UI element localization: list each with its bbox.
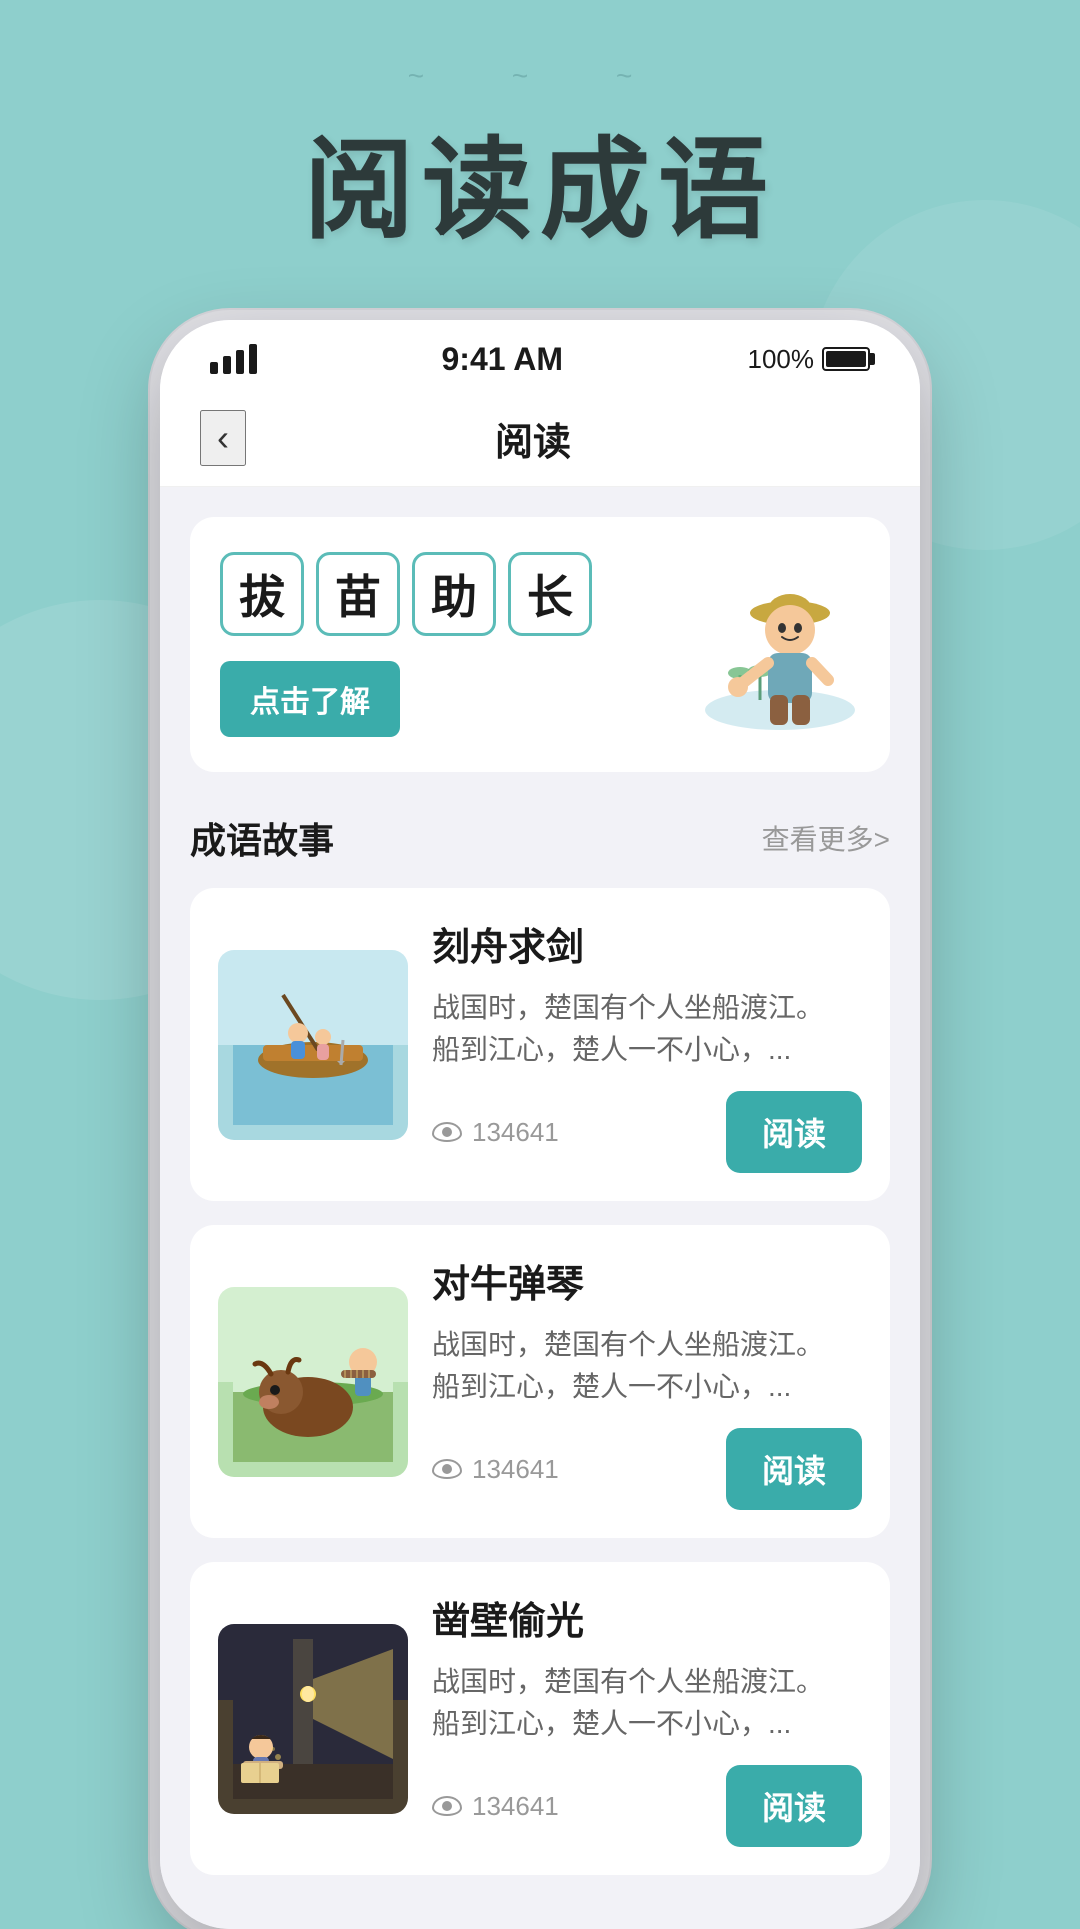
stories-section-header: 成语故事 查看更多>: [190, 812, 890, 864]
view-count-2: 134641: [472, 1454, 559, 1485]
char-box-1: 拔: [220, 552, 304, 636]
phone-mockup: 9:41 AM 100% ‹ 阅读 拔 苗 助: [0, 320, 1080, 1929]
story-card-1: 刻舟求剑 战国时，楚国有个人坐船渡江。船到江心，楚人一不小心，... 13464…: [190, 888, 890, 1201]
read-button-2[interactable]: 阅读: [726, 1428, 862, 1510]
signal-bar-2: [223, 356, 231, 374]
story-title-2: 对牛弹琴: [432, 1253, 862, 1308]
status-time: 9:41 AM: [441, 341, 563, 378]
learn-button[interactable]: 点击了解: [220, 661, 400, 737]
story-info-3: 凿壁偷光 战国时，楚国有个人坐船渡江。船到江心，楚人一不小心，... 13464…: [432, 1590, 862, 1847]
story-excerpt-1: 战国时，楚国有个人坐船渡江。船到江心，楚人一不小心，...: [432, 987, 862, 1071]
wall-illustration: [218, 1624, 408, 1814]
eye-icon-3: [432, 1796, 462, 1816]
signal-bar-3: [236, 350, 244, 374]
story-title-3: 凿壁偷光: [432, 1590, 862, 1645]
boat-illustration: [218, 950, 408, 1140]
stories-section-title: 成语故事: [190, 812, 334, 864]
story-footer-3: 134641 阅读: [432, 1765, 862, 1847]
story-footer-1: 134641 阅读: [432, 1091, 862, 1173]
story-thumbnail-3: [218, 1624, 408, 1814]
back-button[interactable]: ‹: [200, 410, 246, 466]
char-box-4: 长: [508, 552, 592, 636]
feature-banner-card: 拔 苗 助 长 点击了解: [190, 517, 890, 772]
nav-bar: ‹ 阅读: [160, 390, 920, 487]
view-count-1: 134641: [472, 1117, 559, 1148]
eye-icon-1: [432, 1122, 462, 1142]
read-button-1[interactable]: 阅读: [726, 1091, 862, 1173]
read-button-3[interactable]: 阅读: [726, 1765, 862, 1847]
bull-illustration: [218, 1287, 408, 1477]
view-count-3: 134641: [472, 1791, 559, 1822]
story-thumbnail-1: [218, 950, 408, 1140]
page-title: 阅读: [246, 411, 820, 466]
story-info-2: 对牛弹琴 战国时，楚国有个人坐船渡江。船到江心，楚人一不小心，... 13464…: [432, 1253, 862, 1510]
char-box-3: 助: [412, 552, 496, 636]
stories-more-link[interactable]: 查看更多>: [762, 818, 890, 858]
story-footer-2: 134641 阅读: [432, 1428, 862, 1510]
story-excerpt-3: 战国时，楚国有个人坐船渡江。船到江心，楚人一不小心，...: [432, 1661, 862, 1745]
signal-indicator: [210, 344, 257, 374]
story-excerpt-2: 战国时，楚国有个人坐船渡江。船到江心，楚人一不小心，...: [432, 1324, 862, 1408]
story-card-2: 对牛弹琴 战国时，楚国有个人坐船渡江。船到江心，楚人一不小心，... 13464…: [190, 1225, 890, 1538]
story-views-3: 134641: [432, 1791, 559, 1822]
battery-icon: [822, 347, 870, 371]
signal-bar-4: [249, 344, 257, 374]
status-battery: 100%: [747, 344, 870, 375]
farmer-illustration: [660, 555, 860, 735]
battery-percent: 100%: [747, 344, 814, 375]
story-thumbnail-2: [218, 1287, 408, 1477]
signal-bar-1: [210, 362, 218, 374]
story-views-2: 134641: [432, 1454, 559, 1485]
story-views-1: 134641: [432, 1117, 559, 1148]
chengyu-characters: 拔 苗 助 长: [220, 552, 640, 636]
feature-left: 拔 苗 助 长 点击了解: [220, 552, 640, 737]
status-bar: 9:41 AM 100%: [160, 320, 920, 390]
battery-fill: [826, 351, 866, 367]
eye-icon-2: [432, 1459, 462, 1479]
phone-content: 拔 苗 助 长 点击了解: [160, 487, 920, 1929]
story-title-1: 刻舟求剑: [432, 916, 862, 971]
char-box-2: 苗: [316, 552, 400, 636]
hero-title: 阅读成语: [0, 0, 1080, 260]
story-info-1: 刻舟求剑 战国时，楚国有个人坐船渡江。船到江心，楚人一不小心，... 13464…: [432, 916, 862, 1173]
phone-screen: 9:41 AM 100% ‹ 阅读 拔 苗 助: [160, 320, 920, 1929]
story-card-3: 凿壁偷光 战国时，楚国有个人坐船渡江。船到江心，楚人一不小心，... 13464…: [190, 1562, 890, 1875]
